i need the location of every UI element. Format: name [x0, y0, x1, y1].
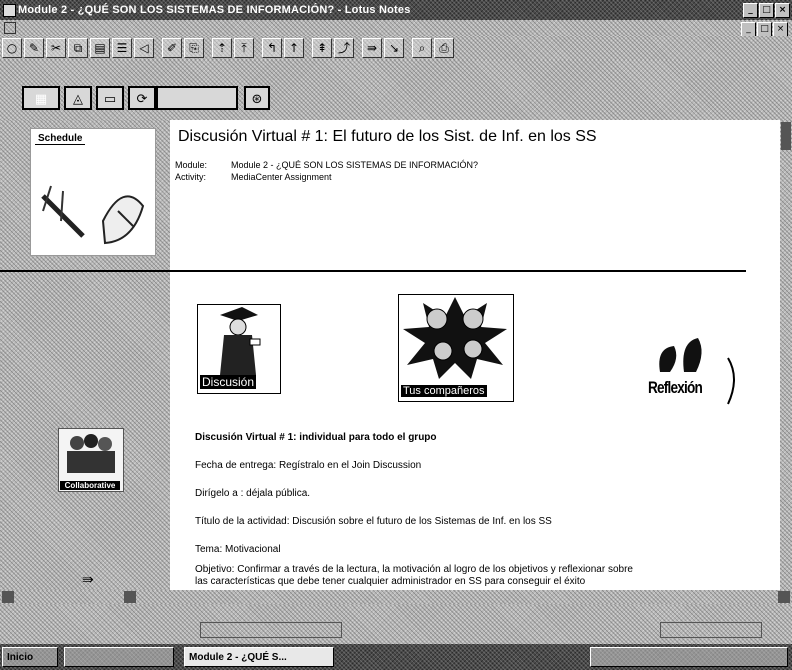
status-field [200, 622, 342, 638]
quick-launch[interactable] [64, 647, 174, 667]
attach-icon[interactable]: ⎘ [184, 38, 204, 58]
starburst-faces-icon [403, 297, 507, 379]
status-field-right [660, 622, 762, 638]
forward-icon[interactable]: ⇛ [362, 38, 382, 58]
app-icon [3, 4, 16, 17]
module-row: Module: Module 2 - ¿QUÉ SON LOS SISTEMAS … [175, 160, 478, 170]
close-button[interactable]: × [775, 3, 790, 18]
body-line-3: Dirígelo a : déjala pública. [195, 488, 311, 499]
refresh-button[interactable]: ⊛ [244, 86, 270, 110]
system-tray [590, 647, 788, 667]
reflection-image[interactable]: Reflexión [640, 328, 740, 408]
schedule-panel[interactable]: Schedule [30, 128, 156, 256]
schedule-label: Schedule [35, 133, 86, 145]
discussion-image[interactable]: Discusión [197, 304, 281, 394]
scissors-icon[interactable]: ✂ [46, 38, 66, 58]
activity-label: Activity: [175, 172, 207, 182]
pen-icon[interactable]: ✐ [162, 38, 182, 58]
send-icon[interactable]: ◁ [134, 38, 154, 58]
minus-button[interactable]: ▭ [96, 86, 124, 110]
document-area: Schedule Collaborative ⇛ Discusión Virtu… [0, 120, 780, 590]
body-line-2: Fecha de entrega: Regístralo en el Join … [195, 460, 422, 471]
up-button[interactable]: ◬ [64, 86, 92, 110]
people-group-icon [67, 434, 115, 473]
first-icon[interactable]: ⇞ [312, 38, 332, 58]
maximize-button[interactable]: □ [759, 3, 774, 18]
document-title: Discusión Virtual # 1: El futuro de los … [178, 128, 597, 145]
collaborative-label: Collaborative [60, 481, 120, 490]
edit-icon[interactable]: ✎ [24, 38, 44, 58]
list-icon[interactable]: ☰ [112, 38, 132, 58]
wide-button[interactable] [156, 86, 238, 110]
body-line-7: las características que debe tener cualq… [195, 576, 586, 587]
grid-button[interactable]: ▦ [22, 86, 60, 110]
title-bar: Module 2 - ¿QUÉ SON LOS SISTEMAS DE INFO… [0, 0, 792, 20]
vertical-scrollbar[interactable] [780, 120, 792, 590]
open-icon[interactable]: ○ [2, 38, 22, 58]
body-line-4: Título de la actividad: Discusión sobre … [195, 516, 552, 527]
horizontal-scrollbar[interactable] [0, 590, 792, 604]
reflection-caption: Reflexión [648, 378, 703, 397]
copy-icon[interactable]: ⧉ [68, 38, 88, 58]
start-button[interactable]: Inicio [2, 647, 58, 667]
menu-bar: _ □ × [0, 20, 792, 37]
search-icon[interactable]: ⌕ [412, 38, 432, 58]
scroll-left-button[interactable] [2, 591, 14, 603]
scroll-end-button[interactable] [778, 591, 790, 603]
up-icon[interactable]: ⇡ [212, 38, 232, 58]
collaborative-button[interactable]: Collaborative [58, 428, 124, 492]
nav-arrows-icon[interactable]: ⇛ [82, 572, 94, 588]
doc-restore-button[interactable]: □ [757, 22, 772, 37]
action-bar: ▦ ◬ ▭ ⟳ ⊛ [0, 60, 792, 120]
discussion-caption: Discusión [200, 375, 257, 389]
clock-pencil-icon [41, 185, 145, 245]
module-value: Module 2 - ¿QUÉ SON LOS SISTEMAS DE INFO… [231, 160, 479, 170]
note-button[interactable]: ⟳ [128, 86, 156, 110]
print-icon[interactable]: ⎙ [434, 38, 454, 58]
taskbar: Inicio Module 2 - ¿QUÉ S... [0, 644, 792, 670]
module-label: Module: [175, 160, 208, 170]
activity-value: MediaCenter Assignment [231, 172, 332, 182]
window-title: Module 2 - ¿QUÉ SON LOS SISTEMAS DE INFO… [18, 4, 411, 16]
doc-close-button[interactable]: × [773, 22, 788, 37]
peers-caption: Tus compañeros [401, 385, 487, 397]
body-line-1: Discusión Virtual # 1: individual para t… [195, 432, 437, 443]
scroll-thumb[interactable] [781, 122, 791, 150]
task-button[interactable]: Module 2 - ¿QUÉ S... [184, 647, 334, 667]
left-navigation-pane: Schedule Collaborative ⇛ [0, 120, 170, 590]
divider [0, 270, 746, 272]
toolbar: ○ ✎ ✂ ⧉ ▤ ☰ ◁ ✐ ⎘ ⇡ ⤒ ↰ ↑ ⇞ ⤴ ⇛ ↘ ⌕ ⎙ [0, 36, 792, 60]
status-bar [0, 604, 792, 644]
prev-icon[interactable]: ↰ [262, 38, 282, 58]
paste-icon[interactable]: ▤ [90, 38, 110, 58]
graduate-icon [220, 307, 261, 375]
body-line-6: Objetivo: Confirmar a través de la lectu… [195, 564, 633, 575]
next-icon[interactable]: ↑ [284, 38, 304, 58]
minimize-button[interactable]: _ [743, 3, 758, 18]
doc-minimize-button[interactable]: _ [741, 22, 756, 37]
scroll-right-button[interactable] [124, 591, 136, 603]
body-line-5: Tema: Motivacional [195, 544, 281, 555]
back-icon[interactable]: ↘ [384, 38, 404, 58]
activity-row: Activity: MediaCenter Assignment [175, 172, 332, 182]
menu-icon[interactable] [4, 22, 16, 34]
top-icon[interactable]: ⤒ [234, 38, 254, 58]
last-icon[interactable]: ⤴ [334, 38, 354, 58]
peers-image[interactable]: Tus compañeros [398, 294, 514, 402]
